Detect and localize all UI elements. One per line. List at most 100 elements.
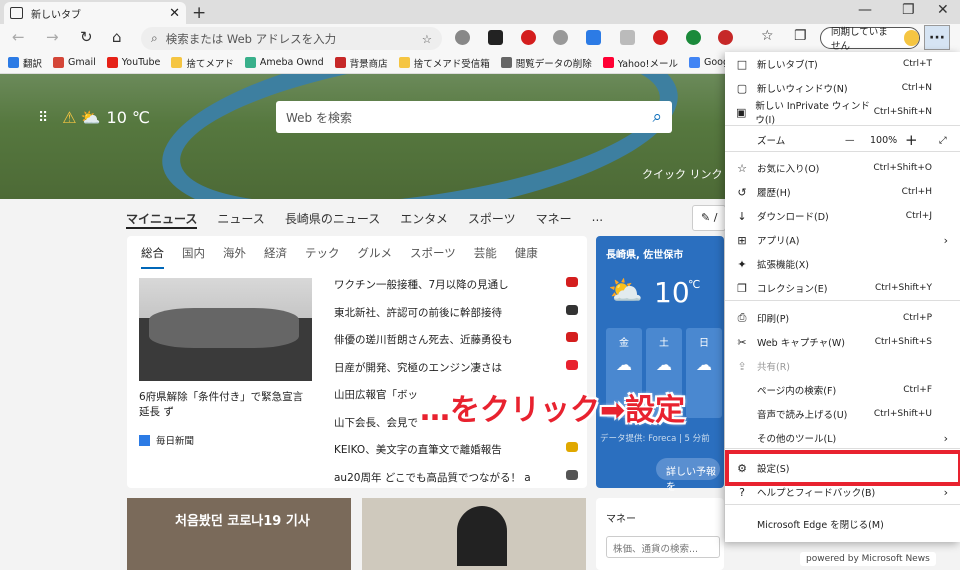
- menu-item[interactable]: ☆ お気に入り(O) Ctrl+Shift+O: [725, 157, 960, 179]
- news-item[interactable]: ワクチン一般接種、7月以降の見通し: [334, 277, 578, 292]
- category-tab[interactable]: 経済: [264, 245, 287, 269]
- restore-icon[interactable]: ❐: [902, 2, 915, 18]
- favorite-item[interactable]: Gmail: [53, 57, 96, 68]
- favorite-item[interactable]: 捨てメアド: [171, 56, 234, 70]
- menu-item[interactable]: ▣ 新しい InPrivate ウィンドウ(I) Ctrl+Shift+N: [725, 101, 960, 126]
- menu-item[interactable]: Microsoft Edge を閉じる(M): [725, 513, 960, 535]
- favorite-item[interactable]: 捨てメアド受信箱: [398, 56, 490, 70]
- news-item[interactable]: au20周年 どこでも高品質でつながる！ a: [334, 469, 578, 485]
- translate-extension-icon[interactable]: [586, 30, 601, 45]
- sync-button[interactable]: 同期していません: [820, 27, 920, 52]
- weather-card[interactable]: 長崎県, 佐世保市 ⛅ 10 ℃ 金 ☁ 土 ☁ 日 ☁ データ提供: Foreca | …: [596, 236, 724, 493]
- category-tab[interactable]: 海外: [223, 245, 246, 269]
- close-tab-icon[interactable]: ✕: [169, 6, 180, 21]
- zoom-in-icon[interactable]: +: [905, 131, 918, 149]
- favorite-item[interactable]: 閲覧データの削除: [500, 56, 592, 70]
- green-extension-icon[interactable]: [686, 30, 701, 45]
- menu-item[interactable]: □ 新しいタブ(T) Ctrl+T: [725, 53, 960, 75]
- nav-tab[interactable]: ニュース: [217, 210, 264, 229]
- menu-item[interactable]: ✦ 拡張機能(X): [725, 253, 960, 275]
- shield-extension-icon[interactable]: [455, 30, 470, 45]
- news-item[interactable]: KEIKO、美文字の直筆文で離婚報告: [334, 442, 578, 457]
- favorite-item[interactable]: Ameba Ownd: [244, 57, 324, 68]
- nav-tab[interactable]: エンタメ: [400, 210, 448, 229]
- forecast-day[interactable]: 日 ☁: [686, 328, 722, 418]
- adblock-icon[interactable]: [521, 30, 536, 45]
- news-item[interactable]: 日産が開発、究極のエンジン凄さは: [334, 359, 578, 375]
- personalize-button[interactable]: ✎ /: [692, 205, 726, 231]
- menu-item[interactable]: ✂ Web キャプチャ(W) Ctrl+Shift+S: [725, 331, 960, 353]
- red-circle-extension-icon[interactable]: [718, 30, 733, 45]
- home-icon[interactable]: ⌂: [112, 28, 122, 46]
- news-item[interactable]: 山田広報官「ボッ: [334, 387, 424, 402]
- new-tab-button[interactable]: +: [192, 3, 206, 23]
- favorite-icon: [53, 57, 65, 68]
- add-favorite-icon[interactable]: ☆: [422, 32, 432, 46]
- search-icon[interactable]: ⌕: [652, 107, 662, 127]
- menu-item[interactable]: ⎙ 印刷(P) Ctrl+P: [725, 307, 960, 329]
- weather-widget[interactable]: ⠿ ⚠ ⛅ 10 ℃: [38, 108, 150, 127]
- rain-cloud-icon: ☁: [616, 355, 632, 374]
- close-window-icon[interactable]: ✕: [937, 2, 949, 18]
- back-icon[interactable]: ←: [12, 28, 25, 46]
- nav-tab[interactable]: ...: [592, 210, 603, 229]
- address-bar[interactable]: ⌕ 検索または Web アドレスを入力 ☆: [141, 27, 442, 50]
- nav-tab[interactable]: スポーツ: [468, 210, 516, 229]
- favorites-star-icon[interactable]: ☆: [761, 28, 774, 44]
- news-item[interactable]: 山下会長、会見で: [334, 415, 424, 430]
- news-item[interactable]: 俳優の瑳川哲朗さん死去、近藤勇役も: [334, 332, 578, 347]
- nav-tab[interactable]: 長崎県のニュース: [285, 210, 380, 229]
- category-tab[interactable]: グルメ: [358, 245, 393, 269]
- minimize-icon[interactable]: —: [858, 2, 872, 18]
- refresh-icon[interactable]: ↻: [80, 28, 93, 46]
- favorite-item[interactable]: YouTube: [106, 57, 161, 68]
- extension-icon[interactable]: [488, 30, 503, 45]
- category-tab[interactable]: 芸能: [474, 245, 497, 269]
- money-search-input[interactable]: 株価、通貨の検索...: [606, 536, 720, 558]
- collections-icon[interactable]: ❐: [794, 28, 807, 44]
- menu-item[interactable]: 音声で読み上げる(U) Ctrl+Shift+U: [725, 403, 960, 425]
- fullscreen-icon[interactable]: ⤢: [939, 135, 947, 146]
- detailed-forecast-button[interactable]: 詳しい予報を: [656, 458, 720, 493]
- category-tab[interactable]: テック: [305, 245, 340, 269]
- menu-shortcut: Ctrl+N: [901, 83, 932, 93]
- menu-item[interactable]: ページ内の検索(F) Ctrl+F: [725, 379, 960, 401]
- tab-new-tab[interactable]: 新しいタブ ✕: [4, 2, 186, 24]
- category-tab[interactable]: 国内: [182, 245, 205, 269]
- zoom-out-icon[interactable]: —: [845, 135, 855, 146]
- favorite-label: Gmail: [68, 57, 96, 68]
- web-search-box[interactable]: Web を検索 ⌕: [276, 101, 672, 133]
- menu-item[interactable]: ⊞ アプリ(A) ›: [725, 229, 960, 251]
- quick-links[interactable]: クイック リンク: [642, 166, 723, 182]
- settings-and-more-button[interactable]: ···: [924, 25, 950, 50]
- menu-item[interactable]: ▢ 新しいウィンドウ(N) Ctrl+N: [725, 77, 960, 99]
- grey-extension-icon[interactable]: [620, 30, 635, 45]
- menu-item[interactable]: ❐ コレクション(E) Ctrl+Shift+Y: [725, 277, 960, 299]
- avatar: [903, 30, 919, 46]
- apps-grid-icon[interactable]: ⠿: [38, 110, 48, 126]
- menu-item[interactable]: ↓ ダウンロード(D) Ctrl+J: [725, 205, 960, 227]
- category-tab[interactable]: 総合: [141, 245, 164, 269]
- news-photo[interactable]: [139, 278, 312, 381]
- category-tab[interactable]: スポーツ: [410, 245, 456, 269]
- menu-item[interactable]: ↺ 履歴(H) Ctrl+H: [725, 181, 960, 203]
- forward-icon[interactable]: →: [46, 28, 59, 46]
- feature-headline[interactable]: 6府県解除「条件付き」で緊急宣言 延長 ず: [139, 390, 314, 420]
- category-tab[interactable]: 健康: [515, 245, 538, 269]
- money-label[interactable]: マネー: [606, 510, 636, 525]
- nav-tab[interactable]: マネー: [536, 210, 572, 229]
- favorite-label: Yahoo!メール: [617, 58, 678, 70]
- puzzle-extension-icon[interactable]: [553, 30, 568, 45]
- favorite-icon: [500, 57, 512, 68]
- photo-card[interactable]: [362, 498, 586, 570]
- red-extension-icon[interactable]: [653, 30, 668, 45]
- favorite-item[interactable]: 翻訳: [8, 56, 42, 70]
- nav-tab[interactable]: マイニュース: [126, 210, 198, 229]
- menu-item[interactable]: その他のツール(L) ›: [725, 427, 960, 449]
- favorite-label: YouTube: [121, 57, 161, 68]
- weather-card-temp: 10: [654, 276, 690, 309]
- favorite-item[interactable]: Yahoo!メール: [602, 56, 678, 70]
- news-item[interactable]: 東北新社、許認可の前後に幹部接待: [334, 304, 578, 320]
- favorite-item[interactable]: 背景商店: [334, 56, 388, 70]
- video-card[interactable]: 처음봤던 코로나19 기사: [127, 498, 351, 570]
